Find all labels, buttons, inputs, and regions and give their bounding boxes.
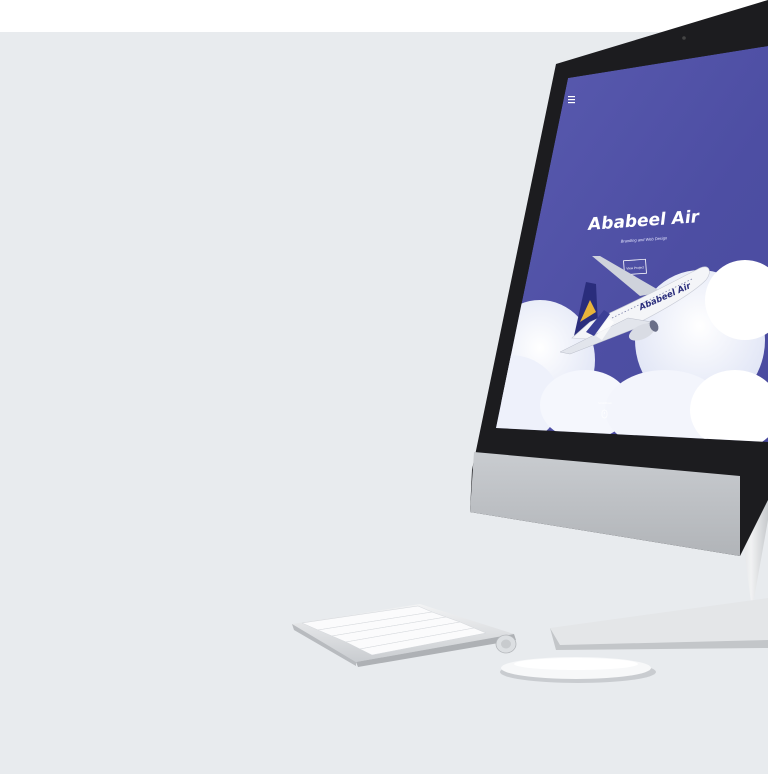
hamburger-menu-icon[interactable] — [568, 96, 575, 104]
camera-dot — [682, 36, 686, 40]
wireless-keyboard — [292, 604, 517, 667]
scroll-down-label: Scroll Down — [598, 401, 612, 405]
wireless-mouse — [500, 657, 656, 683]
website-screen: Ababeel Air Branding and Web Design View… — [496, 46, 768, 442]
desk-scene: Ababeel Air Branding and Web Design View… — [292, 0, 768, 683]
